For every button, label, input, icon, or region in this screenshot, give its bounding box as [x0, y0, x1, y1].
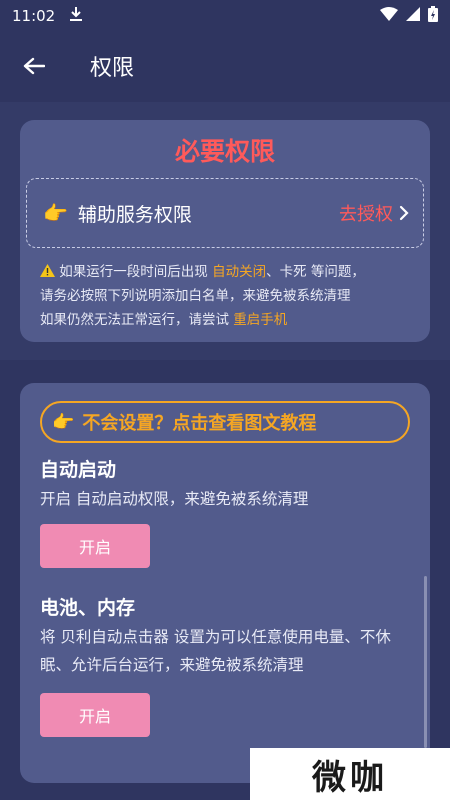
warning-line1-text: 如果运行一段时间后出现 — [59, 264, 213, 280]
authorize-link[interactable]: 去授权 — [339, 200, 393, 226]
status-time: 11:02 — [12, 7, 56, 25]
settings-card: 👉 不会设置？点击查看图文教程 自动启动 开启 自动启动权限，来避免被系统清理 … — [20, 383, 430, 783]
warning-line2-text: 请务必按照下列说明添加白名单，来避免被系统清理 — [40, 288, 351, 304]
required-permissions-section: 必要权限 👉 辅助服务权限 去授权 如果运行一段时间后出现 自动关闭、卡死 等问… — [0, 102, 450, 360]
chevron-right-icon — [399, 205, 409, 221]
tutorial-link[interactable]: 👉 不会设置？点击查看图文教程 — [40, 401, 410, 443]
auto-start-description: 开启 自动启动权限，来避免被系统清理 — [40, 490, 309, 508]
signal-icon — [406, 7, 420, 25]
pointing-hand-icon: 👉 — [43, 201, 68, 225]
auto-start-enable-button[interactable]: 开启 — [40, 524, 150, 568]
download-icon — [69, 6, 83, 26]
auto-close-highlight: 自动关闭 — [212, 264, 267, 280]
watermark-logo: 微咖 — [250, 748, 450, 800]
battery-memory-description: 将 贝利自动点击器 设置为可以任意使用电量、不休眠、允许后台运行，来避免被系统清… — [40, 628, 391, 674]
status-bar: 11:02 — [0, 0, 450, 32]
restart-phone-highlight: 重启手机 — [233, 312, 288, 328]
battery-memory-title: 电池、内存 — [40, 597, 136, 619]
battery-memory-enable-button[interactable]: 开启 — [40, 693, 150, 737]
app-bar: 权限 — [0, 32, 450, 100]
scrollbar[interactable] — [424, 576, 427, 748]
warning-line3-text: 如果仍然无法正常运行，请尝试 — [40, 312, 234, 328]
auto-start-title: 自动启动 — [40, 459, 117, 481]
accessibility-permission-row[interactable]: 👉 辅助服务权限 去授权 — [26, 178, 424, 248]
accessibility-permission-label: 辅助服务权限 — [77, 203, 192, 226]
page-title: 权限 — [90, 56, 135, 81]
tutorial-label: 不会设置？点击查看图文教程 — [82, 413, 317, 434]
battery-icon — [428, 6, 438, 26]
whitelist-warning: 如果运行一段时间后出现 自动关闭、卡死 等问题， 请务必按照下列说明添加白名单，… — [40, 260, 420, 332]
arrow-left-icon — [23, 57, 45, 75]
back-button[interactable] — [14, 46, 54, 86]
warning-icon — [40, 264, 55, 280]
warning-line1-suffix: 、卡死 等问题， — [266, 264, 365, 280]
required-permissions-card: 必要权限 👉 辅助服务权限 去授权 如果运行一段时间后出现 自动关闭、卡死 等问… — [20, 120, 430, 342]
pointing-hand-icon: 👉 — [52, 411, 75, 433]
wifi-icon — [380, 7, 398, 25]
required-permissions-title: 必要权限 — [174, 137, 275, 166]
